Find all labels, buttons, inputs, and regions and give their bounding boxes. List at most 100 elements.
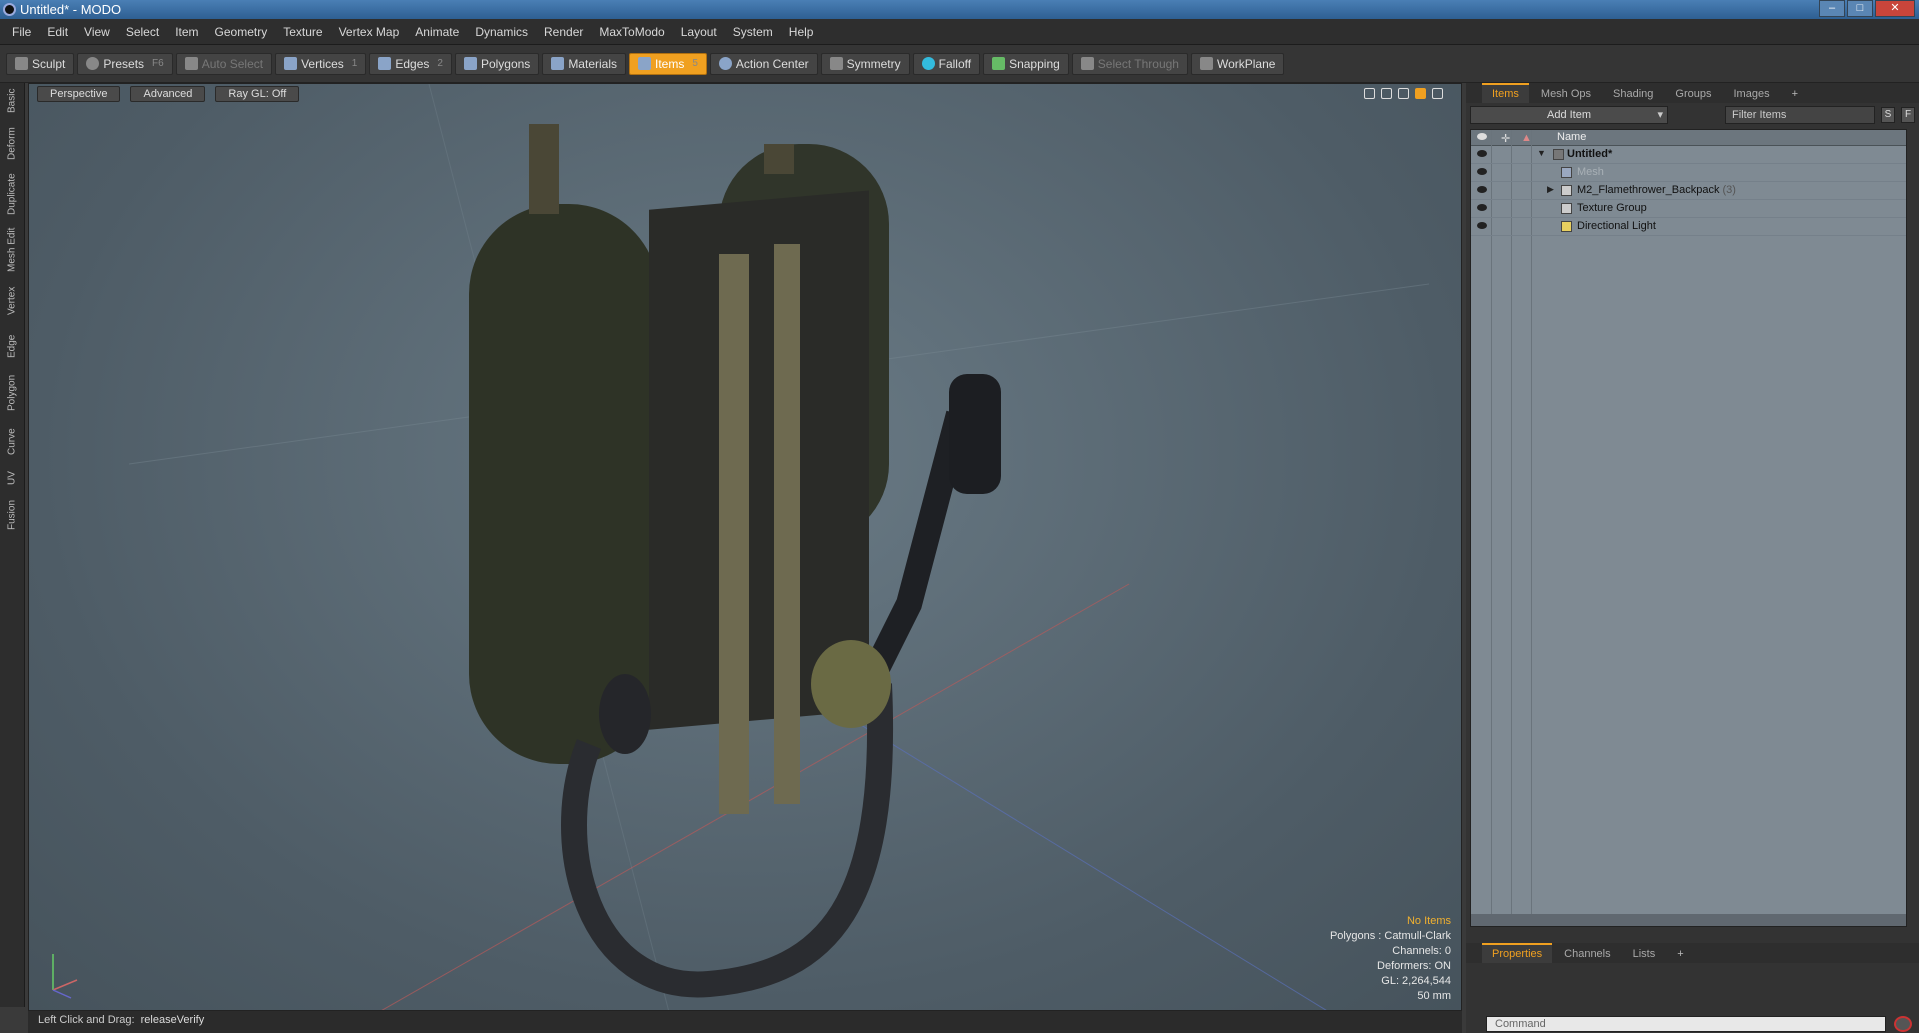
tab-images[interactable]: Images	[1724, 85, 1780, 103]
menu-system[interactable]: System	[725, 25, 781, 39]
command-input[interactable]: Command	[1486, 1016, 1886, 1032]
tab-mesh-ops[interactable]: Mesh Ops	[1531, 85, 1601, 103]
eye-icon[interactable]	[1477, 150, 1487, 157]
maximize-button[interactable]: □	[1847, 0, 1873, 17]
symmetry-button[interactable]: Symmetry	[820, 52, 910, 75]
tab-curve[interactable]: Curve	[3, 425, 21, 459]
tree-row-texture-group[interactable]: Texture Group	[1471, 200, 1906, 218]
menu-dynamics[interactable]: Dynamics	[467, 25, 536, 39]
add-tab-icon[interactable]: +	[1782, 85, 1808, 103]
visibility-column-icon[interactable]	[1477, 133, 1487, 140]
status-action: releaseVerify	[140, 1014, 205, 1026]
presets-button[interactable]: Presets F6	[77, 52, 173, 75]
axis-gizmo-icon	[52, 954, 78, 999]
fit-icon[interactable]	[1415, 88, 1426, 99]
items-button[interactable]: Items 5	[629, 52, 707, 75]
units-info: 50 mm	[1417, 990, 1451, 1002]
brush-icon	[15, 57, 28, 70]
menu-layout[interactable]: Layout	[673, 25, 725, 39]
window-controls: – □ ✕	[1819, 0, 1915, 17]
menu-file[interactable]: File	[4, 25, 39, 39]
add-tab-icon[interactable]: +	[1667, 945, 1693, 963]
close-button[interactable]: ✕	[1875, 0, 1915, 17]
edges-button[interactable]: Edges 2	[369, 52, 452, 75]
tree-row-flamethrower[interactable]: ▶ M2_Flamethrower_Backpack (3)	[1471, 182, 1906, 200]
filter-toggle-button[interactable]: F	[1901, 107, 1915, 123]
collapse-arrow-icon[interactable]: ▶	[1547, 184, 1554, 195]
tab-polygon[interactable]: Polygon	[3, 371, 21, 415]
locator-icon	[1561, 185, 1572, 196]
tree-row-directional-light[interactable]: Directional Light	[1471, 218, 1906, 236]
menu-item[interactable]: Item	[167, 25, 206, 39]
tab-duplicate[interactable]: Duplicate	[3, 171, 21, 217]
menu-view[interactable]: View	[76, 25, 118, 39]
select-through-button[interactable]: Select Through	[1071, 52, 1188, 75]
eye-icon[interactable]	[1477, 222, 1487, 229]
eye-icon[interactable]	[1477, 204, 1487, 211]
snapping-button[interactable]: Snapping	[983, 52, 1069, 75]
rotate-icon[interactable]	[1381, 88, 1392, 99]
tab-items[interactable]: Items	[1482, 83, 1529, 103]
tab-groups[interactable]: Groups	[1665, 85, 1721, 103]
tab-shading[interactable]: Shading	[1603, 85, 1663, 103]
materials-icon	[551, 57, 565, 70]
menu-animate[interactable]: Animate	[407, 25, 467, 39]
tree-row-untitled[interactable]: ▼ Untitled*	[1471, 146, 1906, 164]
materials-button[interactable]: Materials	[542, 52, 626, 75]
falloff-button[interactable]: Falloff	[912, 52, 981, 75]
scene-icon	[1553, 149, 1564, 160]
shading-mode-dropdown[interactable]: Advanced	[130, 86, 206, 102]
tab-channels[interactable]: Channels	[1554, 945, 1620, 963]
menu-select[interactable]: Select	[118, 25, 167, 39]
raygl-toggle[interactable]: Ray GL: Off	[215, 86, 300, 102]
filter-items-input[interactable]: Filter Items	[1725, 106, 1875, 124]
view-mode-dropdown[interactable]: Perspective	[37, 86, 121, 102]
eye-icon[interactable]	[1477, 186, 1487, 193]
name-column-header[interactable]: Name	[1557, 131, 1586, 143]
tree-row-mesh[interactable]: Mesh	[1471, 164, 1906, 182]
horizontal-scrollbar[interactable]	[1471, 914, 1906, 926]
auto-select-button[interactable]: Auto Select	[175, 52, 273, 75]
add-item-dropdown[interactable]: Add Item	[1470, 106, 1668, 124]
tab-vertex[interactable]: Vertex	[3, 283, 21, 319]
auto-select-icon	[184, 57, 198, 70]
presets-icon	[86, 57, 100, 70]
zoom-icon[interactable]	[1398, 88, 1409, 99]
pan-icon[interactable]	[1364, 88, 1375, 99]
tab-mesh-edit[interactable]: Mesh Edit	[3, 227, 21, 273]
menu-edit[interactable]: Edit	[39, 25, 76, 39]
menu-help[interactable]: Help	[781, 25, 822, 39]
menu-vertex-map[interactable]: Vertex Map	[331, 25, 408, 39]
tab-deform[interactable]: Deform	[3, 125, 21, 163]
tab-lists[interactable]: Lists	[1623, 945, 1666, 963]
tab-edge[interactable]: Edge	[3, 331, 21, 361]
minimize-button[interactable]: –	[1819, 0, 1845, 17]
workplane-button[interactable]: WorkPlane	[1190, 52, 1285, 75]
menu-maxtomodo[interactable]: MaxToModo	[591, 25, 672, 39]
gear-icon[interactable]	[1432, 88, 1443, 99]
action-center-button[interactable]: Action Center	[709, 52, 818, 75]
status-hint: Left Click and Drag:	[38, 1014, 135, 1026]
tab-basic[interactable]: Basic	[3, 87, 21, 115]
expand-arrow-icon[interactable]: ▼	[1537, 148, 1546, 158]
polygons-button[interactable]: Polygons	[454, 52, 540, 75]
item-list: ✛ ▲ Name ▼ Untitled* Mesh ▶ M2_Flamethro…	[1470, 129, 1907, 927]
3d-viewport[interactable]: Perspective Advanced Ray GL: Off No Item…	[28, 83, 1462, 1011]
tool-tabs: Basic Deform Duplicate Mesh Edit Vertex …	[0, 83, 25, 1007]
tab-fusion[interactable]: Fusion	[3, 497, 21, 533]
menu-render[interactable]: Render	[536, 25, 591, 39]
search-toggle-button[interactable]: S	[1881, 107, 1895, 123]
menu-geometry[interactable]: Geometry	[207, 25, 276, 39]
command-stop-icon[interactable]	[1894, 1016, 1912, 1032]
gl-info: GL: 2,264,544	[1381, 975, 1451, 987]
edges-icon	[378, 57, 392, 70]
modo-app-icon	[3, 3, 16, 16]
vertices-button[interactable]: Vertices 1	[275, 52, 367, 75]
right-panel: Items Mesh Ops Shading Groups Images + A…	[1466, 83, 1919, 1033]
menu-texture[interactable]: Texture	[275, 25, 330, 39]
tab-properties[interactable]: Properties	[1482, 943, 1553, 963]
eye-icon[interactable]	[1477, 168, 1487, 175]
lock-column-icon[interactable]: ✛	[1501, 132, 1510, 145]
sculpt-button[interactable]: Sculpt	[6, 52, 75, 75]
tab-uv[interactable]: UV	[3, 467, 21, 489]
